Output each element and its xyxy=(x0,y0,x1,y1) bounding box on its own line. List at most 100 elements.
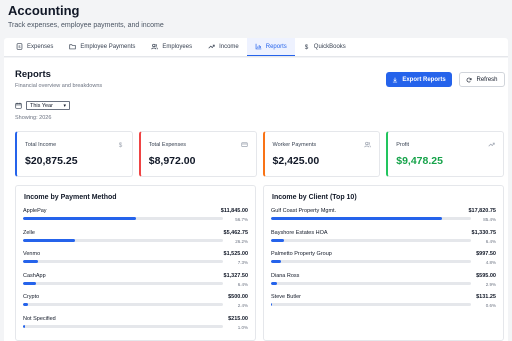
card-total-income: Total Income $20,875.25 $ xyxy=(15,131,133,177)
row-percent: 4.8% xyxy=(485,260,496,265)
row-amount: $17,820.75 xyxy=(468,208,496,214)
tab-expenses[interactable]: $ Expenses xyxy=(8,38,61,56)
row-amount: $595.00 xyxy=(476,272,496,279)
income-by-method-card: Income by Payment Method ApplePay $11,845… xyxy=(15,185,256,341)
chevron-down-icon: ▾ xyxy=(63,102,66,109)
row-name: CashApp xyxy=(23,272,46,279)
row-amount: $997.50 xyxy=(476,251,496,257)
card-value: $2,425.00 xyxy=(272,155,320,167)
refresh-icon xyxy=(467,77,472,82)
progress-track xyxy=(271,281,471,285)
tab-income[interactable]: Income xyxy=(200,38,247,56)
progress-track xyxy=(271,303,471,306)
card-title: Income by Payment Method xyxy=(24,194,117,201)
card-value: $9,478.25 xyxy=(396,155,443,167)
row-percent: 7.3% xyxy=(237,260,248,265)
card-value: $8,972.00 xyxy=(148,155,196,167)
row-percent: 6.4% xyxy=(485,238,496,244)
breakdown-row: CashApp $1,327.50 6.4% xyxy=(23,273,248,295)
row-percent: 2.9% xyxy=(485,281,496,287)
page-subtitle: Track expenses, employee payments, and i… xyxy=(8,22,164,29)
progress-track xyxy=(23,303,223,306)
row-name: Diana Ross xyxy=(271,272,300,279)
showing-label: Showing: 2026 xyxy=(15,115,52,121)
summary-cards: Total Income $20,875.25 $ Total Expenses… xyxy=(15,131,504,177)
period-select[interactable]: This Year ▾ xyxy=(26,101,70,110)
progress-track xyxy=(271,238,471,242)
folder-icon xyxy=(69,44,77,50)
export-reports-button[interactable]: Export Reports xyxy=(386,72,452,87)
refresh-button[interactable]: Refresh xyxy=(459,72,505,87)
progress-fill xyxy=(271,303,273,306)
progress-fill xyxy=(23,260,38,263)
svg-text:$: $ xyxy=(118,142,122,148)
row-amount: $500.00 xyxy=(228,294,248,300)
row-percent: 1.0% xyxy=(237,324,248,330)
reports-title: Reports xyxy=(15,69,51,80)
app-header: Accounting Track expenses, employee paym… xyxy=(0,0,512,38)
tab-employee-payments[interactable]: Employee Payments xyxy=(61,38,143,56)
card-label: Total Expenses xyxy=(148,142,187,148)
reports-panel: Reports Financial overview and breakdown… xyxy=(4,58,508,341)
row-percent: 2.4% xyxy=(237,303,248,308)
download-icon xyxy=(393,77,398,82)
row-amount: $11,845.00 xyxy=(220,208,248,214)
tab-quickbooks[interactable]: $ QuickBooks xyxy=(295,38,354,56)
bar-chart-icon xyxy=(255,43,262,50)
row-name: Not Specified xyxy=(23,315,56,322)
progress-track xyxy=(23,324,223,328)
tab-bar: $ Expenses Employee Payments Employees I… xyxy=(4,38,508,57)
progress-track xyxy=(23,238,223,242)
client-rows: Gulf Coast Property Mgmt. $17,820.75 85.4%… xyxy=(271,208,496,316)
dollar-sign-icon: $ xyxy=(118,142,122,148)
breakdown-row: ApplePay $11,845.00 56.7% xyxy=(23,208,248,230)
trend-up-icon xyxy=(488,142,495,147)
breakdown-row: Venmo $1,525.00 7.3% xyxy=(23,251,248,273)
progress-fill xyxy=(271,281,277,285)
users-icon xyxy=(364,141,372,148)
tab-label: Income xyxy=(219,43,239,50)
reports-subtitle: Financial overview and breakdowns xyxy=(15,83,103,89)
method-rows: ApplePay $11,845.00 56.7% Zelle $5,462.75 26.… xyxy=(23,208,248,337)
row-percent: 0.6% xyxy=(485,303,496,308)
card-label: Total Income xyxy=(25,142,57,148)
svg-text:$: $ xyxy=(305,44,309,50)
row-name: Zelle xyxy=(23,229,35,236)
row-amount: $5,462.75 xyxy=(223,229,248,236)
users-icon xyxy=(151,43,159,50)
row-name: Gulf Coast Property Mgmt. xyxy=(271,208,337,214)
card-value: $20,875.25 xyxy=(25,155,78,167)
tab-label: Expenses xyxy=(27,43,54,50)
row-percent: 6.4% xyxy=(237,281,248,287)
row-amount: $1,525.00 xyxy=(223,251,248,257)
card-total-expenses: Total Expenses $8,972.00 xyxy=(138,131,257,177)
progress-fill xyxy=(23,324,25,328)
progress-track xyxy=(23,260,223,263)
tab-label: QuickBooks xyxy=(313,43,346,50)
progress-fill xyxy=(23,217,137,220)
row-amount: $1,330.75 xyxy=(471,229,496,236)
credit-card-icon xyxy=(240,142,248,147)
progress-fill xyxy=(23,281,36,285)
tab-employees[interactable]: Employees xyxy=(143,38,200,56)
progress-track xyxy=(271,217,471,220)
page-title: Accounting xyxy=(8,3,80,18)
row-percent: 56.7% xyxy=(235,217,248,222)
progress-track xyxy=(271,260,471,263)
card-profit: Profit $9,478.25 xyxy=(386,131,504,177)
tab-reports[interactable]: Reports xyxy=(246,38,295,56)
progress-fill xyxy=(271,217,442,220)
row-percent: 85.4% xyxy=(483,217,496,222)
row-name: Crypto xyxy=(23,294,40,300)
row-name: ApplePay xyxy=(23,208,47,214)
breakdown-row: Zelle $5,462.75 26.2% xyxy=(23,230,248,252)
card-worker-payments: Worker Payments $2,425.00 xyxy=(262,131,381,177)
card-title: Income by Client (Top 10) xyxy=(272,194,357,201)
row-amount: $1,327.50 xyxy=(223,272,248,279)
breakdown-row: Not Specified $215.00 1.0% xyxy=(23,316,248,338)
progress-track xyxy=(23,217,223,220)
dollar-icon: $ xyxy=(305,44,309,50)
row-percent: 26.2% xyxy=(235,238,248,244)
row-name: Bayshore Estates HOA xyxy=(271,229,328,236)
dollar-doc-icon: $ xyxy=(16,43,23,50)
